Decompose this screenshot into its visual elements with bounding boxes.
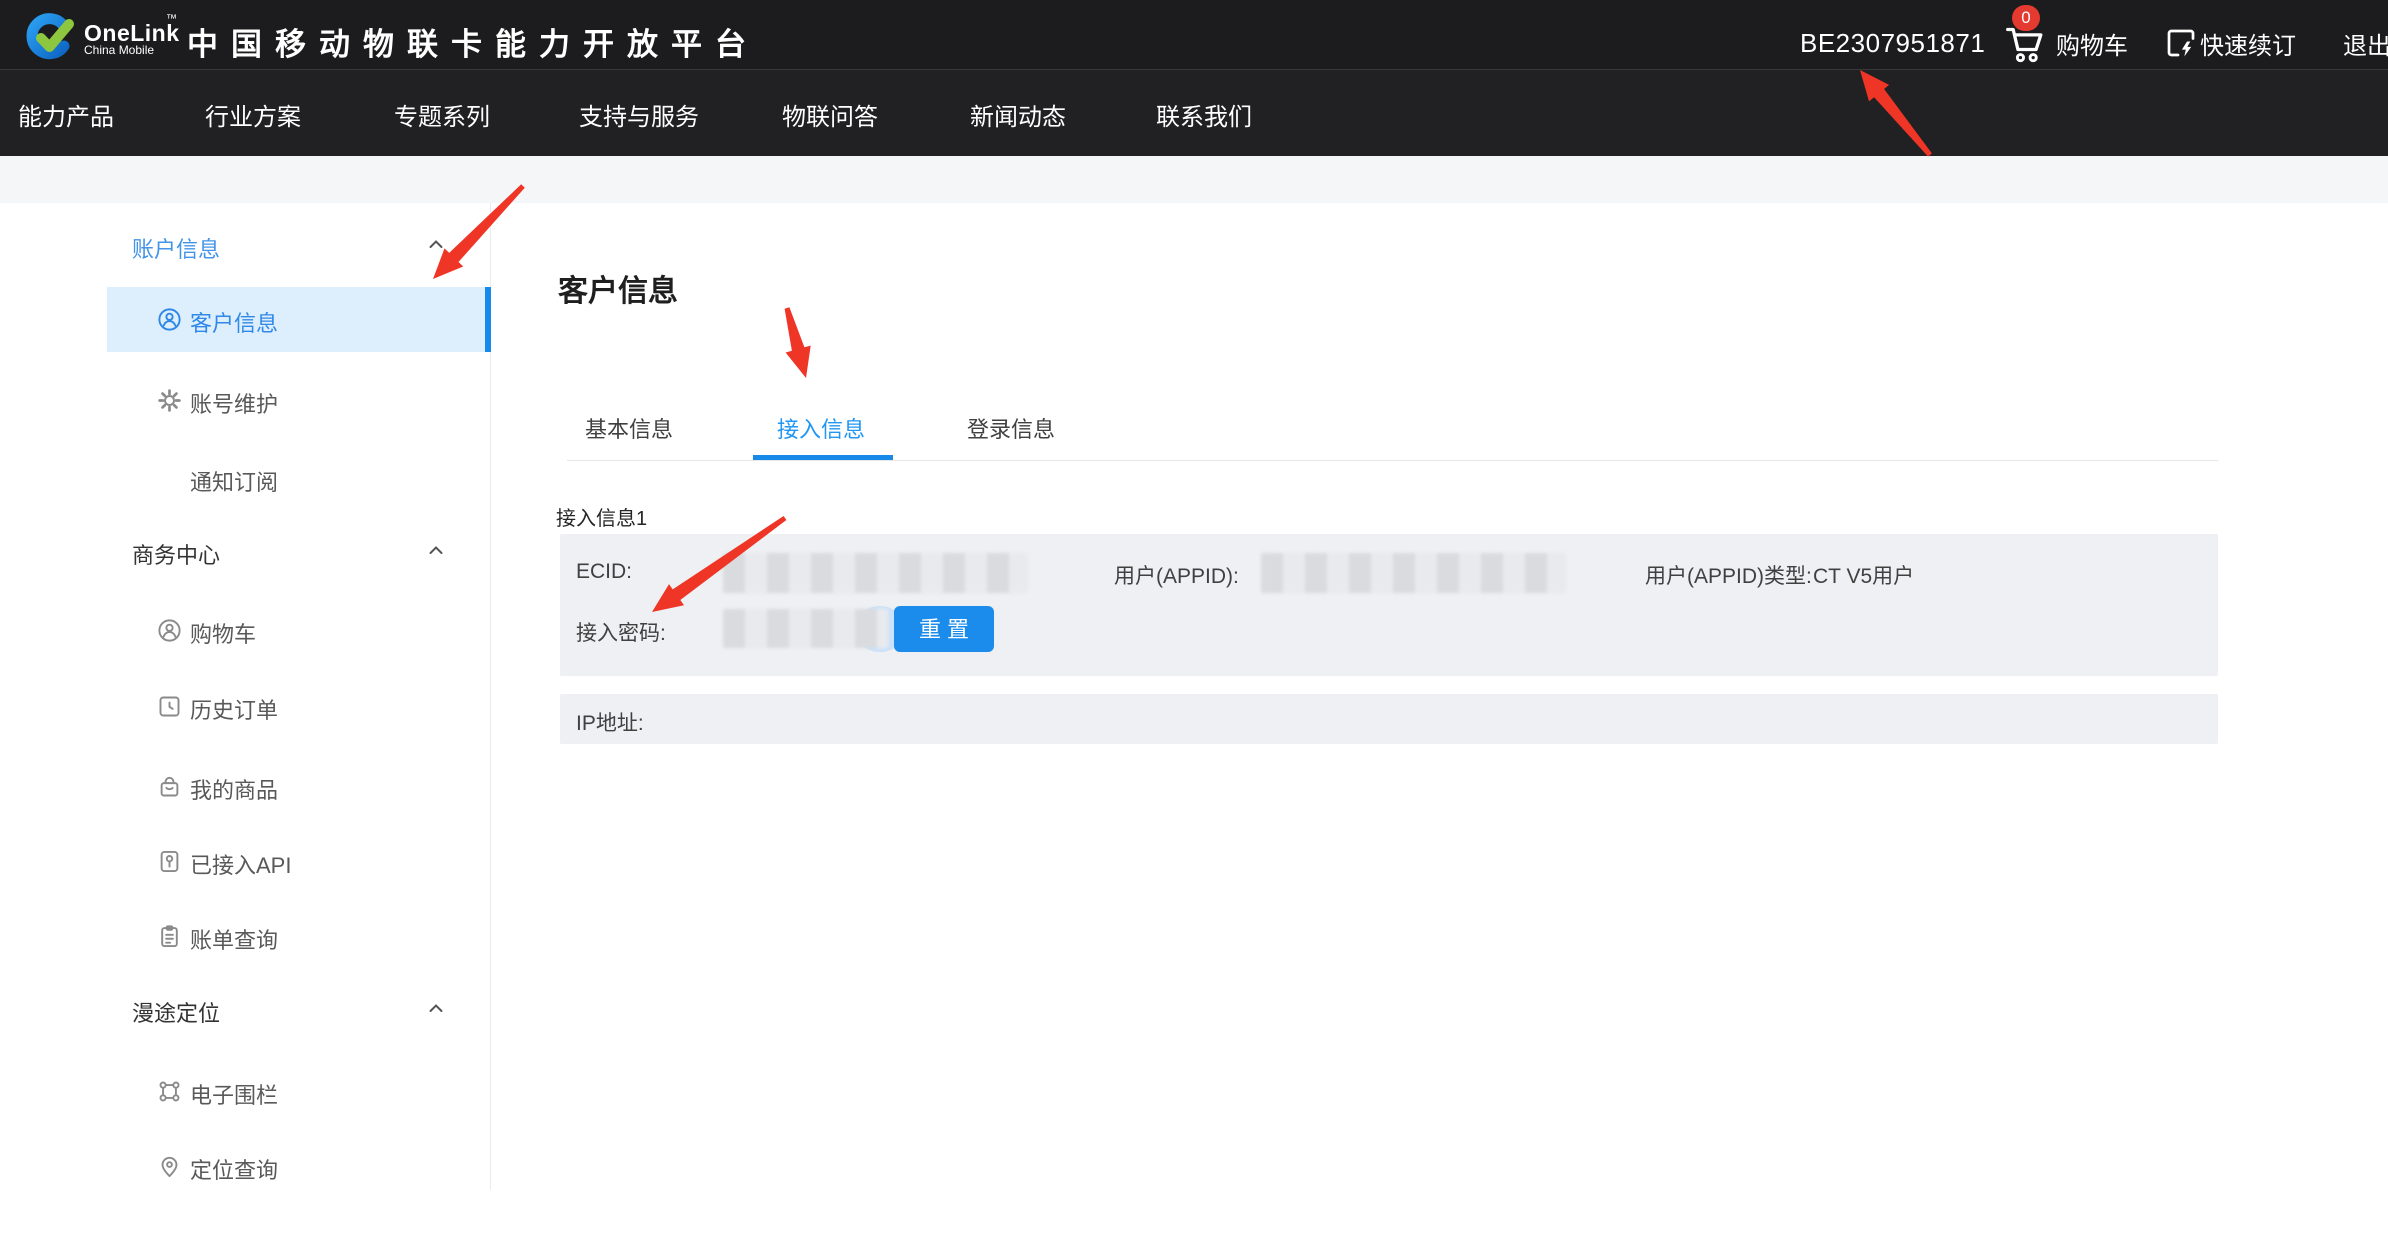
cart-badge: 0 — [2012, 5, 2040, 31]
cart-link[interactable]: 购物车 — [2056, 26, 2128, 61]
sidebar-item-customer-info[interactable]: 客户信息 — [107, 287, 491, 352]
chevron-up-icon — [428, 238, 444, 250]
nav-item-qa[interactable]: 物联问答 — [782, 97, 878, 132]
sidebar-item-my-products[interactable]: 我的商品 — [107, 754, 491, 819]
brand-subtitle: China Mobile — [84, 43, 154, 57]
sidebar-item-order-history[interactable]: 历史订单 — [107, 674, 491, 739]
quick-renew-link[interactable]: 快速续订 — [2200, 26, 2296, 61]
user-circle-icon — [156, 617, 183, 644]
bill-icon — [156, 923, 183, 950]
appid-type-value: CT V5用户 — [1813, 560, 1914, 590]
sidebar-item-account-maintenance[interactable]: 账号维护 — [107, 368, 491, 433]
nav-item-series[interactable]: 专题系列 — [394, 97, 490, 132]
logout-link[interactable]: 退出 — [2343, 26, 2388, 61]
sidebar-item-notification-subscribe[interactable]: 通知订阅 — [107, 446, 491, 511]
active-item-accent — [485, 287, 491, 352]
page-title: 客户信息 — [558, 266, 678, 310]
ecid-label: ECID: — [576, 560, 632, 584]
nav-item-solutions[interactable]: 行业方案 — [205, 97, 301, 132]
tab-login-info[interactable]: 登录信息 — [967, 412, 1055, 444]
nav-item-products[interactable]: 能力产品 — [18, 97, 114, 132]
sidebar-item-location-query[interactable]: 定位查询 — [107, 1134, 491, 1199]
tab-access-info[interactable]: 接入信息 — [777, 412, 865, 444]
tab-basic-info[interactable]: 基本信息 — [585, 412, 673, 444]
bag-icon — [156, 773, 183, 800]
sidebar-item-shopping-cart[interactable]: 购物车 — [107, 598, 491, 663]
nav-item-support[interactable]: 支持与服务 — [579, 97, 699, 132]
chevron-up-icon — [428, 1002, 444, 1014]
ip-address-label: IP地址: — [576, 707, 644, 737]
password-value-redacted — [723, 609, 888, 648]
chevron-up-icon — [428, 544, 444, 556]
access-password-label: 接入密码: — [576, 617, 666, 647]
top-header-bar: OneLink ™ China Mobile 中国移动物联卡能力开放平台 BE2… — [0, 0, 2388, 69]
quick-renew-icon[interactable] — [2163, 25, 2199, 61]
nav-item-contact[interactable]: 联系我们 — [1156, 97, 1252, 132]
sidebar: 账户信息 客户信息 账号维护 通知订阅 商务中心 — [0, 203, 491, 1190]
fence-icon — [156, 1078, 183, 1105]
appid-label: 用户(APPID): — [1114, 560, 1239, 590]
sidebar-item-geofence[interactable]: 电子围栏 — [107, 1059, 491, 1124]
annotation-arrow — [785, 307, 811, 378]
nav-item-news[interactable]: 新闻动态 — [970, 97, 1066, 132]
onelink-logo-icon — [22, 12, 76, 60]
sidebar-section-account-info[interactable]: 账户信息 — [0, 224, 491, 268]
ecid-value-redacted — [723, 553, 1028, 593]
site-title: 中国移动物联卡能力开放平台 — [187, 19, 759, 64]
gear-icon — [156, 387, 183, 414]
brand-trademark: ™ — [166, 13, 177, 25]
tab-divider — [567, 460, 2218, 461]
sidebar-section-business-center[interactable]: 商务中心 — [0, 530, 491, 574]
location-pin-icon — [156, 1153, 183, 1180]
sidebar-item-bill-inquiry[interactable]: 账单查询 — [107, 904, 491, 969]
sidebar-section-mantu-location[interactable]: 漫途定位 — [0, 988, 491, 1032]
history-icon — [156, 693, 183, 720]
sidebar-item-connected-api[interactable]: 已接入API — [107, 829, 491, 894]
access-info-section-label: 接入信息1 — [556, 502, 647, 531]
api-icon — [156, 848, 183, 875]
user-circle-icon — [156, 306, 183, 333]
appid-value-redacted — [1261, 553, 1566, 593]
page-background-strip — [0, 156, 2388, 203]
ip-address-panel: IP地址: — [560, 694, 2218, 744]
account-id[interactable]: BE2307951871 — [1800, 28, 1985, 59]
reset-password-button[interactable]: 重 置 — [894, 606, 994, 652]
appid-type-label: 用户(APPID)类型: — [1645, 560, 1812, 590]
